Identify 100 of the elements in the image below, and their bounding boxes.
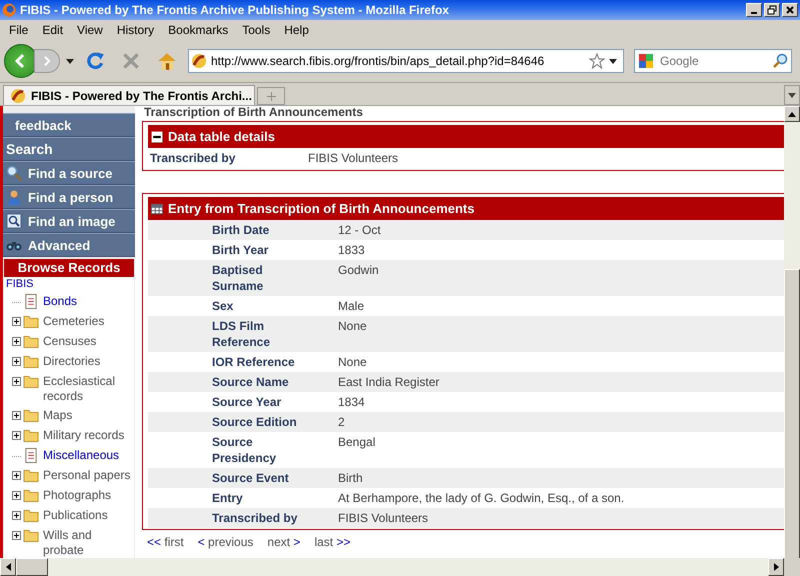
right-arrow-icon[interactable] <box>774 563 778 571</box>
field-label: Transcribed by <box>150 151 236 165</box>
search-icon[interactable] <box>772 53 788 69</box>
pager-link[interactable]: next > <box>267 535 300 549</box>
forward-button[interactable] <box>34 49 60 73</box>
sidebar-item[interactable]: Advanced <box>3 233 135 257</box>
field-label: Birth Year <box>212 242 270 258</box>
image-search-icon <box>6 213 22 229</box>
document-icon <box>23 448 39 463</box>
up-arrow-icon[interactable] <box>788 112 796 116</box>
tree-item[interactable]: Ecclesiastical records <box>41 374 132 404</box>
sidebar-label: feedback <box>15 118 72 132</box>
tree-link[interactable]: FIBIS <box>6 278 132 292</box>
tree-item[interactable]: Directories <box>41 354 100 369</box>
scrollbar-corner <box>784 558 800 576</box>
field-label: Source Name <box>212 374 290 390</box>
tree-item[interactable]: Publications <box>41 508 108 523</box>
expand-icon[interactable] <box>12 431 21 440</box>
field-label: LDS Film Reference <box>212 318 272 350</box>
field-value: Male <box>338 298 364 314</box>
expand-icon[interactable] <box>12 471 21 480</box>
caret-icon[interactable] <box>66 58 74 64</box>
pager-link[interactable]: < previous <box>198 535 254 549</box>
scrollbar-thumb[interactable] <box>16 558 48 576</box>
menu-item[interactable]: File <box>2 23 36 37</box>
expand-icon[interactable] <box>12 337 21 346</box>
horizontal-scrollbar[interactable] <box>0 558 800 576</box>
caret-icon <box>788 92 796 98</box>
tree-item[interactable]: Cemeteries <box>41 314 104 329</box>
search-engine-icon[interactable] <box>638 53 654 69</box>
field-label: Source Edition <box>212 414 298 430</box>
tree-item[interactable]: Personal papers <box>41 468 130 483</box>
plus-icon <box>266 92 276 100</box>
address-field[interactable]: http://www.search.fibis.org/frontis/bin/aps_detail.php?id=84646 <box>211 54 585 68</box>
tree-item[interactable]: Maps <box>41 408 72 423</box>
person-icon <box>6 189 22 205</box>
globe-icon <box>2 3 16 17</box>
field-label: Source Event <box>212 470 290 486</box>
folder-icon <box>23 374 39 389</box>
field-value: FIBIS Volunteers <box>338 510 428 526</box>
field-value: FIBIS Volunteers <box>308 151 398 165</box>
caret-icon[interactable] <box>609 58 617 64</box>
sidebar-item[interactable]: Find a source <box>3 161 135 185</box>
tree-item[interactable]: Miscellaneous <box>41 448 120 463</box>
expand-icon[interactable] <box>12 357 21 366</box>
sidebar-item[interactable]: Find a person <box>3 185 135 209</box>
tree-item[interactable]: Photographs <box>41 488 112 503</box>
close-button[interactable] <box>782 3 798 17</box>
menu-item[interactable]: Tools <box>235 23 278 37</box>
page-heading: Transcription of Birth Announcements <box>143 106 364 119</box>
expand-icon[interactable] <box>12 317 21 326</box>
expand-icon[interactable] <box>12 411 21 420</box>
search-bar[interactable]: Google <box>634 49 792 73</box>
minimize-icon <box>751 12 757 14</box>
field-label: IOR Reference <box>212 354 296 370</box>
vertical-scrollbar[interactable] <box>784 106 800 558</box>
tab-list-button[interactable] <box>784 85 800 105</box>
field-label: Birth Date <box>212 222 270 238</box>
tree-item[interactable]: Censuses <box>41 334 96 349</box>
sidebar-label: Advanced <box>28 238 90 252</box>
browser-tab[interactable]: FIBIS - Powered by The Frontis Archi... <box>3 85 255 105</box>
expand-icon[interactable] <box>12 511 21 520</box>
expand-icon[interactable] <box>12 531 21 540</box>
folder-icon <box>23 354 39 369</box>
panel-title: Data table details <box>168 129 275 144</box>
magnifier-icon <box>6 165 22 181</box>
sidebar-label: Find a person <box>28 190 114 204</box>
window-title: FIBIS - Powered by The Frontis Archive Publishing System - Mozilla Firefox <box>20 3 450 17</box>
table-icon <box>151 202 163 214</box>
reload-icon[interactable] <box>84 50 106 72</box>
field-value: 12 - Oct <box>338 222 381 238</box>
collapse-icon[interactable] <box>151 130 163 142</box>
scrollbar-thumb[interactable] <box>784 269 800 561</box>
pager-link[interactable]: << first <box>147 535 184 549</box>
menu-item[interactable]: History <box>110 23 162 37</box>
left-arrow-icon[interactable] <box>6 563 10 571</box>
minimize-button[interactable] <box>746 3 762 17</box>
field-value: None <box>338 354 367 370</box>
sidebar-item[interactable]: feedback <box>3 113 135 137</box>
star-icon[interactable] <box>589 53 605 69</box>
address-bar[interactable]: http://www.search.fibis.org/frontis/bin/aps_detail.php?id=84646 <box>188 49 624 73</box>
expand-icon[interactable] <box>12 377 21 386</box>
pager-link[interactable]: last >> <box>314 535 350 549</box>
folder-icon <box>23 528 39 543</box>
tree-item[interactable]: Military records <box>41 428 124 443</box>
panel-title: Entry from Transcription of Birth Announcements <box>168 201 474 216</box>
menu-item[interactable]: View <box>70 23 110 37</box>
menu-item[interactable]: Edit <box>35 23 70 37</box>
tree-item[interactable]: Wills and probate <box>41 528 132 558</box>
restore-button[interactable] <box>764 3 780 17</box>
folder-icon <box>23 488 39 503</box>
menu-item[interactable]: Bookmarks <box>161 23 236 37</box>
section-heading: Browse Records <box>4 259 134 277</box>
expand-icon[interactable] <box>12 491 21 500</box>
sidebar-label: Find an image <box>28 214 116 228</box>
folder-icon <box>23 468 39 483</box>
sidebar-item[interactable]: Find an image <box>3 209 135 233</box>
tree-item[interactable]: Bonds <box>41 294 78 309</box>
menu-item[interactable]: Help <box>277 23 316 37</box>
field-label: Source Presidency <box>212 434 278 466</box>
